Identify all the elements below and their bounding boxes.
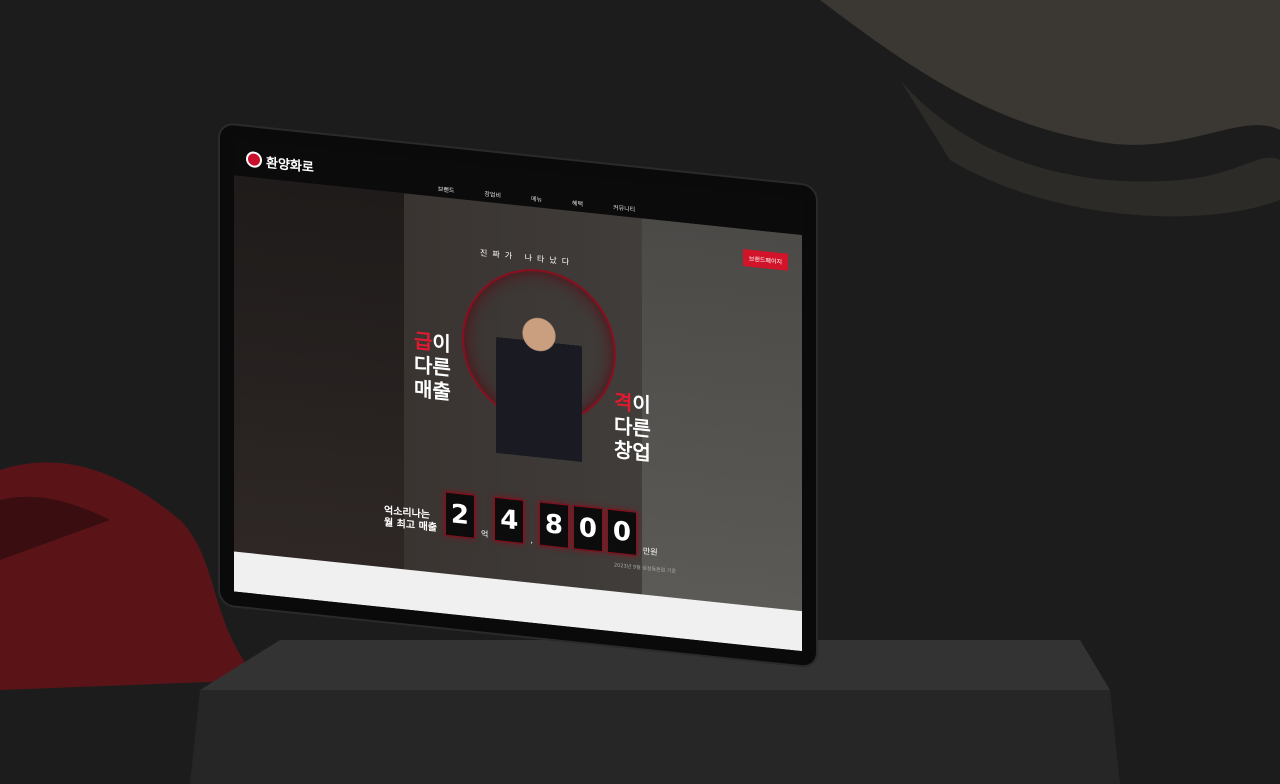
counter-digit: 0 (572, 505, 603, 553)
counter-digit: 4 (494, 496, 525, 544)
counter-digit: 2 (444, 491, 475, 539)
nav-item-brand[interactable]: 브랜드 (434, 181, 459, 197)
site-logo[interactable]: 환양화로 (246, 149, 314, 175)
nav-item-menu[interactable]: 메뉴 (527, 191, 546, 206)
spokesperson-image (496, 303, 582, 463)
nav-item-benefits[interactable]: 혜택 (568, 195, 587, 210)
counter-digit: 0 (606, 508, 637, 556)
headline-right: 격이 다른 창업 (614, 389, 651, 465)
unit-manwon: 만원 (642, 546, 658, 557)
laptop-screen-frame: 환양화로 브랜드 창업비 메뉴 혜택 커뮤니티 브랜드페이지 진짜가 나타났다 (220, 124, 816, 667)
unit-eok: 억 (480, 529, 489, 540)
logo-text: 환양화로 (266, 155, 314, 176)
nav-item-startup-cost[interactable]: 창업비 (480, 186, 505, 202)
headline-left-line-3: 매출 (414, 376, 451, 405)
staff-photo (234, 175, 404, 570)
website-screen: 환양화로 브랜드 창업비 메뉴 혜택 커뮤니티 브랜드페이지 진짜가 나타났다 (234, 139, 802, 652)
restaurant-photo (642, 218, 802, 612)
headline-right-line-3: 창업 (614, 437, 651, 466)
thousands-separator: , (530, 535, 533, 545)
laptop: 환양화로 브랜드 창업비 메뉴 혜택 커뮤니티 브랜드페이지 진짜가 나타났다 (220, 124, 820, 667)
logo-icon (246, 150, 262, 169)
nav-item-community[interactable]: 커뮤니티 (609, 199, 639, 215)
headline-left: 급이 다른 매출 (414, 328, 451, 404)
counter-digit: 8 (538, 501, 569, 549)
